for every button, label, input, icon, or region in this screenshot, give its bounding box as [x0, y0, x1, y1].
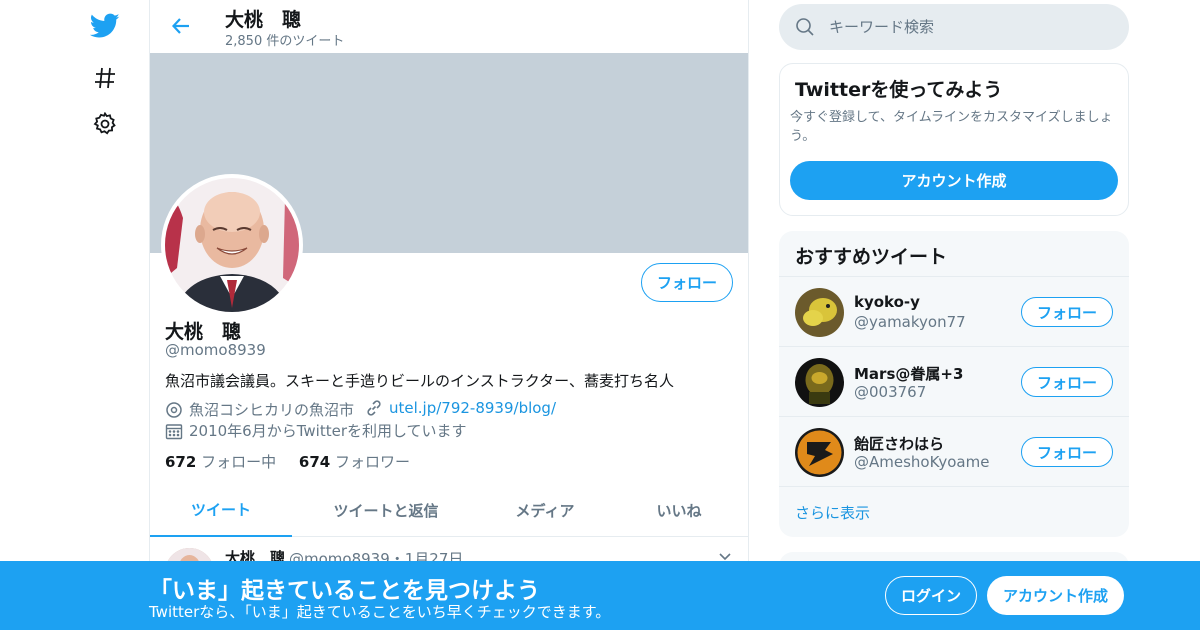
- tab-media[interactable]: メディア: [480, 483, 610, 537]
- recommendation-name[interactable]: Mars@眷属+3: [854, 363, 963, 384]
- header-name: 大桃 聰: [225, 9, 302, 31]
- profile-url: utel.jp/792-8939/blog/: [365, 399, 556, 417]
- follow-button[interactable]: フォロー: [1021, 367, 1113, 397]
- header-tweet-count: 2,850 件のツイート: [225, 34, 345, 49]
- profile-handle: @momo8939: [165, 341, 266, 359]
- following-link[interactable]: 672 フォロー中: [165, 453, 276, 471]
- link-icon: [367, 400, 381, 416]
- profile-bio: 魚沼市議会議員。スキーと手造りビールのインストラクター、蕎麦打ち名人: [165, 372, 674, 390]
- recommendation-avatar[interactable]: [795, 288, 844, 337]
- recommendation-name[interactable]: kyoko-y: [854, 293, 920, 311]
- followers-label: フォロワー: [334, 453, 410, 471]
- banner-subtitle: Twitterなら、「いま」起きていることをいち早くチェックできます。: [149, 603, 611, 621]
- profile-column: 大桃 聰 2,850 件のツイート フォロー 大桃 聰 @momo8939 魚沼…: [149, 0, 749, 630]
- recommendations-title: おすすめツイート: [795, 246, 948, 268]
- hashtag-icon[interactable]: [90, 63, 120, 93]
- search-box: [779, 4, 1129, 50]
- recommendation-handle: @yamakyon77: [854, 313, 966, 331]
- gear-icon[interactable]: [90, 109, 120, 139]
- calendar-icon: [165, 423, 183, 439]
- tab-tweets[interactable]: ツイート: [150, 483, 292, 537]
- follow-button[interactable]: フォロー: [1021, 437, 1113, 467]
- tab-tweets-and-replies[interactable]: ツイートと返信: [292, 483, 480, 537]
- recommendations-card: おすすめツイート kyoko-y @yamakyon77 フォロー Mars@眷…: [779, 231, 1129, 537]
- login-button[interactable]: ログイン: [885, 576, 977, 615]
- recommendation-handle: @AmeshoKyoame: [854, 453, 990, 471]
- profile-joined: 2010年6月からTwitterを利用しています: [165, 420, 467, 441]
- search-icon: [796, 18, 814, 36]
- follow-button[interactable]: フォロー: [641, 263, 733, 302]
- profile-avatar[interactable]: [161, 174, 303, 316]
- profile-location: 魚沼コシヒカリの魚沼市: [165, 399, 354, 420]
- back-arrow-icon[interactable]: [168, 13, 194, 39]
- tab-likes[interactable]: いいね: [610, 483, 748, 537]
- profile-header: 大桃 聰 2,850 件のツイート: [150, 0, 748, 53]
- following-label: フォロー中: [201, 453, 277, 471]
- left-nav: [0, 0, 150, 630]
- recommendation-item[interactable]: 飴匠さわはら @AmeshoKyoame フォロー: [779, 416, 1129, 486]
- recommendation-handle: @003767: [854, 383, 927, 401]
- signup-banner: 「いま」起きていることを見つけよう Twitterなら、「いま」起きていることを…: [0, 561, 1200, 630]
- recommendation-item[interactable]: kyoko-y @yamakyon77 フォロー: [779, 276, 1129, 346]
- follow-button[interactable]: フォロー: [1021, 297, 1113, 327]
- recommendation-avatar[interactable]: [795, 428, 844, 477]
- following-count: 672: [165, 453, 197, 471]
- profile-tabs: ツイート ツイートと返信 メディア いいね: [150, 483, 748, 537]
- location-text: 魚沼コシヒカリの魚沼市: [189, 401, 355, 419]
- recommendation-avatar[interactable]: [795, 358, 844, 407]
- signup-card: Twitterを使ってみよう 今すぐ登録して、タイムラインをカスタマイズしましょ…: [779, 63, 1129, 216]
- followers-count: 674: [298, 453, 331, 471]
- signup-card-title: Twitterを使ってみよう: [795, 79, 1003, 101]
- profile-link[interactable]: utel.jp/792-8939/blog/: [389, 399, 556, 417]
- location-pin-icon: [166, 401, 182, 418]
- signup-card-description: 今すぐ登録して、タイムラインをカスタマイズしましょう。: [790, 110, 1113, 144]
- signup-button[interactable]: アカウント作成: [987, 576, 1124, 615]
- search-input[interactable]: [829, 4, 1109, 50]
- followers-link[interactable]: 674 フォロワー: [299, 453, 410, 471]
- recommendation-name[interactable]: 飴匠さわはら: [854, 433, 944, 454]
- twitter-bird-icon[interactable]: [90, 11, 120, 41]
- profile-name: 大桃 聰: [165, 321, 242, 343]
- profile-stats: 672 フォロー中 674 フォロワー: [165, 451, 410, 472]
- twitter-profile-page: 大桃 聰 2,850 件のツイート フォロー 大桃 聰 @momo8939 魚沼…: [0, 0, 1200, 630]
- joined-text: 2010年6月からTwitterを利用しています: [189, 422, 467, 440]
- recommendation-item[interactable]: Mars@眷属+3 @003767 フォロー: [779, 346, 1129, 416]
- banner-title: 「いま」起きていることを見つけよう: [149, 578, 540, 604]
- show-more-link[interactable]: さらに表示: [779, 486, 1129, 537]
- create-account-button[interactable]: アカウント作成: [790, 161, 1118, 200]
